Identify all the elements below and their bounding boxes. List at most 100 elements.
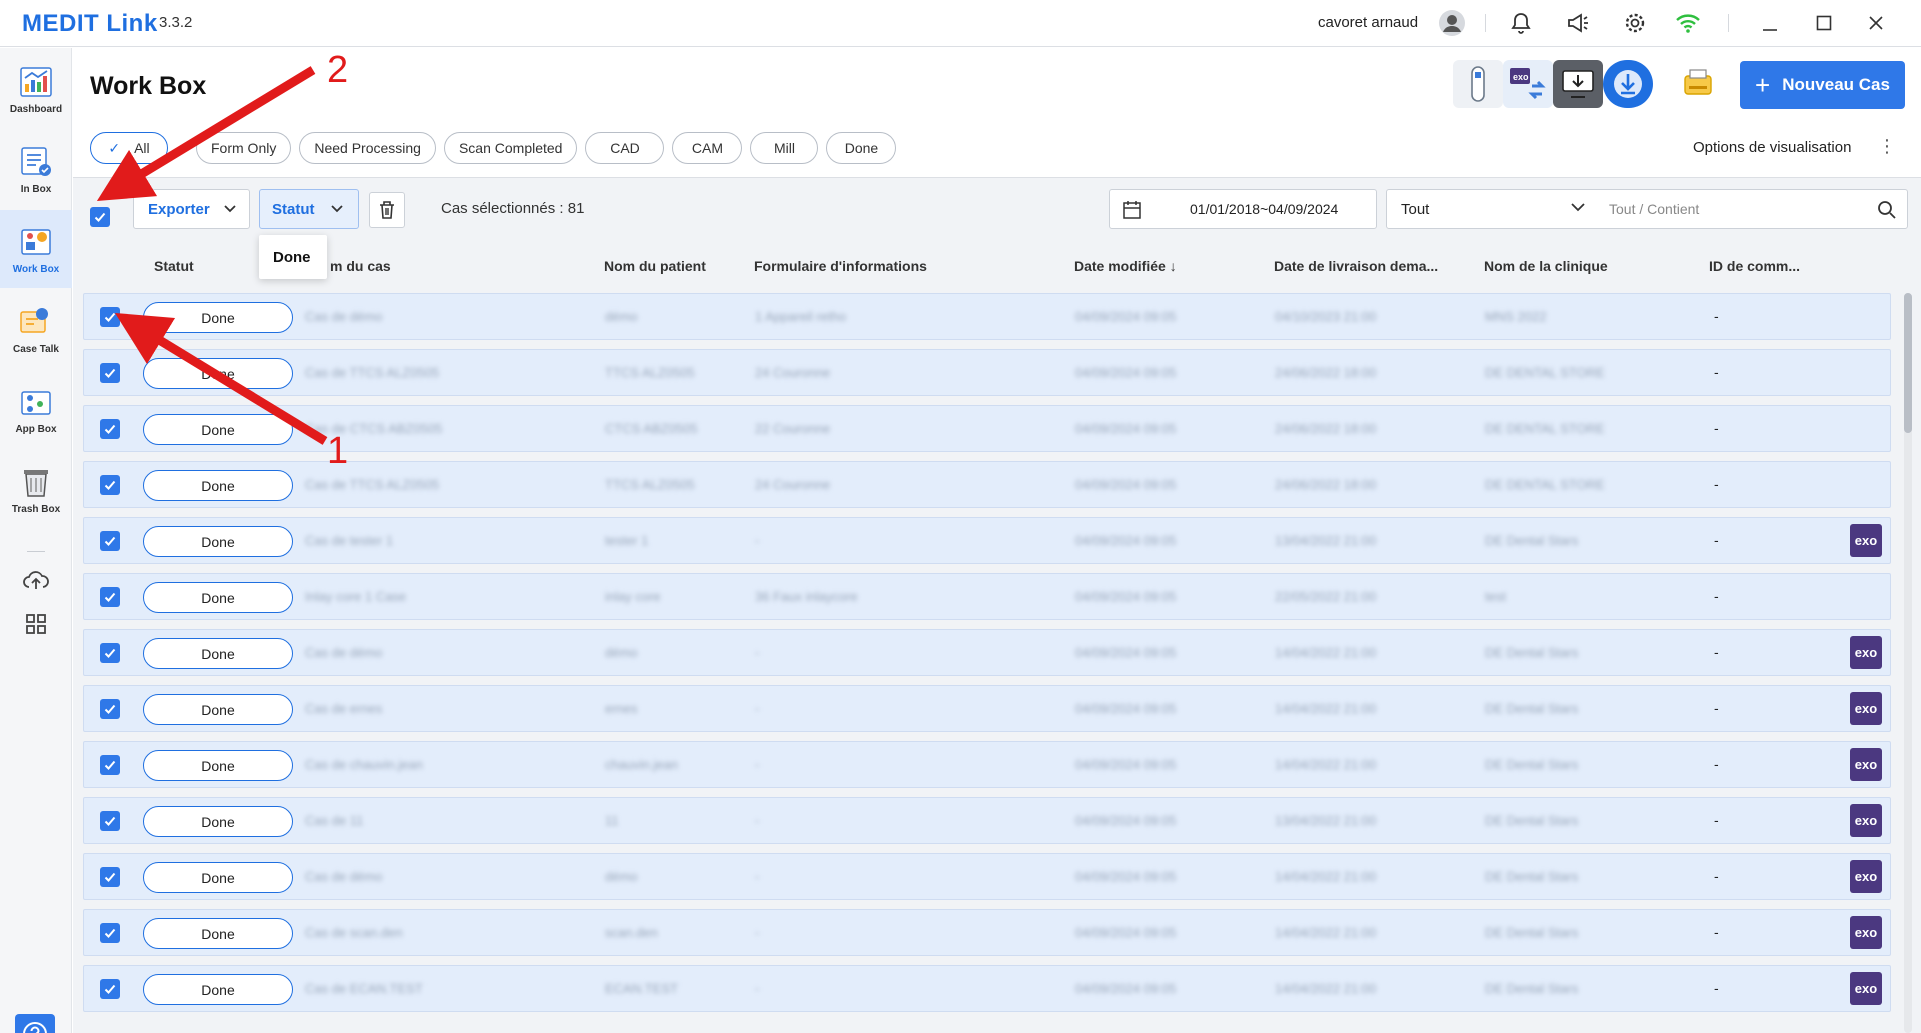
minimize-icon[interactable] — [1755, 8, 1785, 38]
filter-chip-done[interactable]: Done — [826, 132, 897, 164]
table-row[interactable]: Done Inlay core 1 Case inlay core 36 Faux i… — [83, 573, 1891, 620]
exocad-badge-icon[interactable]: exo — [1850, 748, 1882, 781]
search-scope-select[interactable]: Tout — [1401, 201, 1429, 218]
column-header-patient-name[interactable]: Nom du patient — [604, 258, 706, 274]
exocad-badge-icon[interactable]: exo — [1850, 636, 1882, 669]
select-all-checkbox[interactable] — [90, 207, 110, 227]
table-row[interactable]: Done Cas de démo démo - 04/09/2024 09:05 14/0… — [83, 629, 1891, 676]
status-dropdown-button[interactable]: Statut — [259, 189, 359, 229]
close-icon[interactable] — [1861, 8, 1891, 38]
sidebar-item-work-box[interactable]: Work Box — [0, 210, 72, 288]
status-pill[interactable]: Done — [143, 918, 293, 949]
row-checkbox[interactable] — [100, 811, 120, 831]
status-pill[interactable]: Done — [143, 414, 293, 445]
row-checkbox[interactable] — [100, 699, 120, 719]
row-checkbox[interactable] — [100, 867, 120, 887]
table-row[interactable]: Done Cas de TTCS ALZ0505 TTCS ALZ0505 24 Co… — [83, 349, 1891, 396]
filter-chip-need-processing[interactable]: Need Processing — [299, 132, 436, 164]
status-option-done[interactable]: Done — [259, 235, 327, 279]
chevron-down-icon[interactable] — [1571, 202, 1585, 212]
column-header-order-id[interactable]: ID de comm... — [1709, 258, 1800, 274]
filter-chip-all[interactable]: ✓ All — [90, 132, 168, 164]
status-pill[interactable]: Done — [143, 974, 293, 1005]
exocad-badge-icon[interactable]: exo — [1850, 804, 1882, 837]
status-pill[interactable]: Done — [143, 582, 293, 613]
exocad-badge-icon[interactable]: exo — [1850, 972, 1882, 1005]
column-header-delivery-date[interactable]: Date de livraison dema... — [1274, 258, 1438, 274]
row-checkbox[interactable] — [100, 531, 120, 551]
sidebar-item-in-box[interactable]: In Box — [0, 130, 72, 208]
filter-chip-cad[interactable]: CAD — [585, 132, 665, 164]
scanner-app-icon[interactable] — [1453, 60, 1503, 108]
sidebar-item-app-box[interactable]: App Box — [0, 370, 72, 448]
gear-icon[interactable] — [1620, 8, 1650, 38]
status-pill[interactable]: Done — [143, 526, 293, 557]
table-row[interactable]: Done Cas de ernes ernes - 04/09/2024 09:05 14… — [83, 685, 1891, 732]
more-options-icon[interactable]: ⋮ — [1878, 136, 1896, 157]
row-checkbox[interactable] — [100, 419, 120, 439]
table-row[interactable]: Done Cas de tester 1 tester 1 - 04/09/2024 0… — [83, 517, 1891, 564]
exocad-badge-icon[interactable]: exo — [1850, 692, 1882, 725]
row-checkbox[interactable] — [100, 587, 120, 607]
filter-chip-cam[interactable]: CAM — [672, 132, 743, 164]
sidebar-item-case-talk[interactable]: Case Talk — [0, 290, 72, 368]
status-pill[interactable]: Done — [143, 862, 293, 893]
row-checkbox[interactable] — [100, 643, 120, 663]
export-button[interactable]: Exporter — [133, 189, 250, 229]
table-row[interactable]: Done Cas de ECAN.TEST ECAN.TEST - 04/09/2024… — [83, 965, 1891, 1012]
user-name[interactable]: cavoret arnaud — [1318, 14, 1418, 31]
row-checkbox[interactable] — [100, 755, 120, 775]
row-checkbox[interactable] — [100, 363, 120, 383]
status-pill[interactable]: Done — [143, 694, 293, 725]
date-range-picker[interactable]: 01/01/2018~04/09/2024 — [1109, 189, 1377, 229]
table-row[interactable]: Done Cas de démo démo 1 Appareil retho 04/09… — [83, 293, 1891, 340]
row-checkbox[interactable] — [100, 923, 120, 943]
status-pill[interactable]: Done — [143, 470, 293, 501]
cloud-upload-icon[interactable] — [22, 568, 50, 597]
status-pill[interactable]: Done — [143, 750, 293, 781]
row-checkbox[interactable] — [100, 307, 120, 327]
exocad-bridge-icon[interactable]: exo — [1503, 60, 1553, 108]
exocad-badge-icon[interactable]: exo — [1850, 860, 1882, 893]
status-pill[interactable]: Done — [143, 358, 293, 389]
user-avatar-icon[interactable] — [1437, 8, 1467, 38]
sidebar-item-trash-box[interactable]: Trash Box — [0, 450, 72, 528]
megaphone-icon[interactable] — [1563, 8, 1593, 38]
filter-chip-form-only[interactable]: Form Only — [196, 132, 292, 164]
table-row[interactable]: Done Cas de chauvin.jean chauvin.jean - 04/0… — [83, 741, 1891, 788]
printer-app-icon[interactable] — [1673, 60, 1723, 108]
row-checkbox[interactable] — [100, 979, 120, 999]
scrollbar-thumb[interactable] — [1904, 293, 1912, 433]
delete-button[interactable] — [369, 192, 405, 228]
status-pill[interactable]: Done — [143, 806, 293, 837]
column-header-status[interactable]: Statut — [154, 258, 194, 274]
column-header-clinic-name[interactable]: Nom de la clinique — [1484, 258, 1608, 274]
search-input[interactable]: Tout / Contient — [1609, 201, 1699, 217]
column-header-info-form[interactable]: Formulaire d'informations — [754, 258, 927, 274]
filter-chip-scan-completed[interactable]: Scan Completed — [443, 132, 578, 164]
table-row[interactable]: Done Cas de 11 11 - 04/09/2024 09:05 13/04/20… — [83, 797, 1891, 844]
status-pill[interactable]: Done — [143, 638, 293, 669]
download-app-icon[interactable] — [1603, 60, 1653, 108]
status-pill[interactable]: Done — [143, 302, 293, 333]
wifi-icon[interactable] — [1673, 8, 1703, 38]
sidebar-item-dashboard[interactable]: Dashboard — [0, 50, 72, 128]
table-row[interactable]: Done Cas de démo démo - 04/09/2024 09:05 14/0… — [83, 853, 1891, 900]
table-row[interactable]: Done Cas de scan.den scan.den - 04/09/2024 0… — [83, 909, 1891, 956]
maximize-icon[interactable] — [1809, 8, 1839, 38]
help-button[interactable] — [15, 1014, 55, 1033]
grid-apps-icon[interactable] — [26, 614, 46, 639]
table-row[interactable]: Done Cas de CTCS ABZ0505 CTCS ABZ0505 22 Co… — [83, 405, 1891, 452]
new-case-button[interactable]: + Nouveau Cas — [1740, 61, 1905, 109]
column-header-modified-date[interactable]: Date modifiée ↓ — [1074, 258, 1177, 274]
exocad-badge-icon[interactable]: exo — [1850, 916, 1882, 949]
filter-chip-mill[interactable]: Mill — [750, 132, 819, 164]
row-checkbox[interactable] — [100, 475, 120, 495]
desktop-download-icon[interactable] — [1553, 60, 1603, 108]
column-header-case-name[interactable]: m du cas — [330, 258, 391, 274]
search-icon[interactable] — [1877, 200, 1897, 220]
view-options-link[interactable]: Options de visualisation — [1693, 139, 1851, 156]
bell-icon[interactable] — [1506, 8, 1536, 38]
table-row[interactable]: Done Cas de TTCS ALZ0505 TTCS ALZ0505 24 Co… — [83, 461, 1891, 508]
exocad-badge-icon[interactable]: exo — [1850, 524, 1882, 557]
